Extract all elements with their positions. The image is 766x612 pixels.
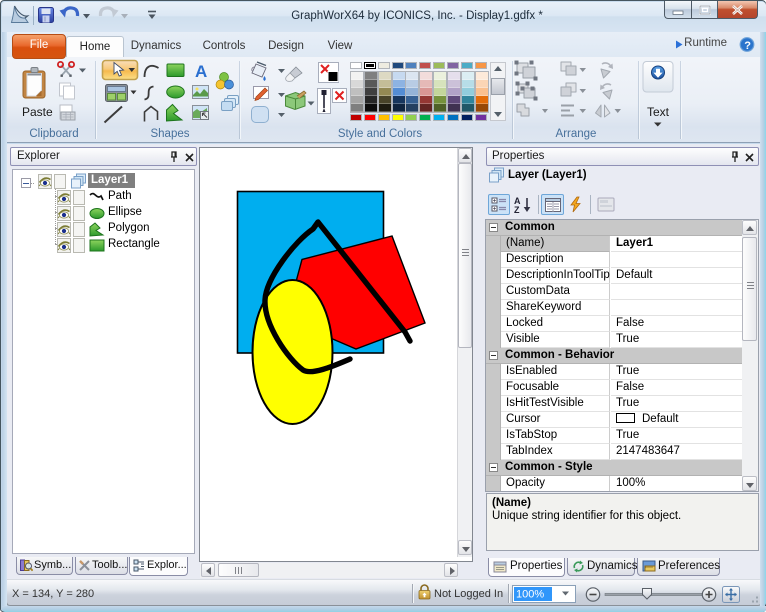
svg-text:100%: 100% xyxy=(516,589,544,601)
svg-text:A: A xyxy=(195,62,207,81)
svg-text:?: ? xyxy=(744,40,751,52)
svg-text:Z: Z xyxy=(514,205,520,214)
